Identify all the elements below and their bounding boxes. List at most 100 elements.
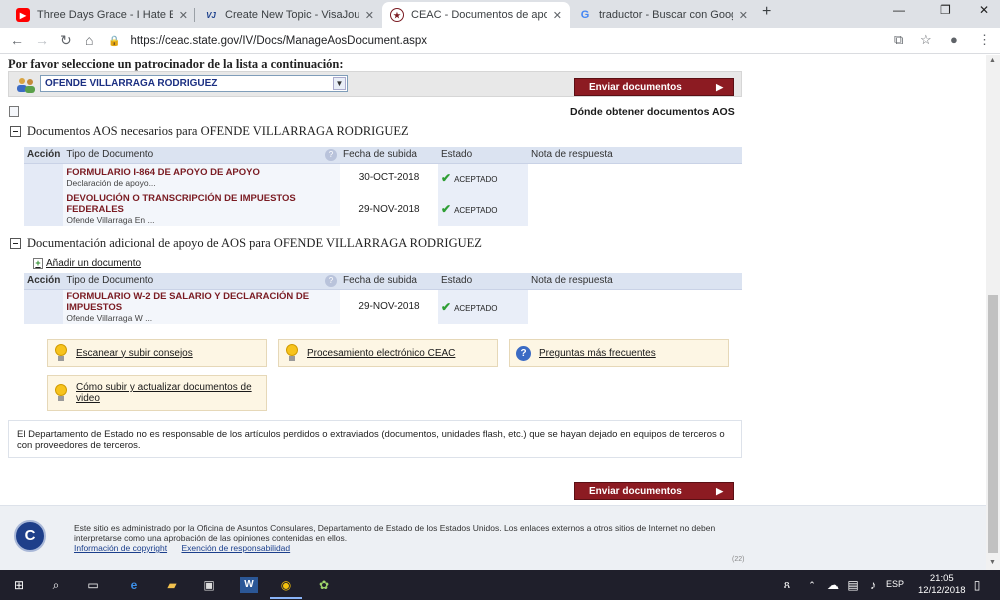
tab-youtube[interactable]: ▶ Three Days Grace - I Hate Everyt ✕ <box>8 2 196 28</box>
response-note <box>528 289 742 324</box>
tab-visajourney[interactable]: VJ Create New Topic - VisaJourney ✕ <box>196 2 382 28</box>
chevron-up-icon[interactable]: ⌃ <box>803 577 821 593</box>
restore-icon[interactable]: ❐ <box>940 3 951 17</box>
add-document-link[interactable]: + Añadir un documento <box>33 258 141 269</box>
translate-icon[interactable]: ⧉ <box>894 32 903 48</box>
visajourney-icon: VJ <box>206 10 216 20</box>
state-seal-icon: ★ <box>390 8 404 22</box>
table-header-row: Acción Tipo de Documento ? Fecha de subi… <box>24 273 742 290</box>
menu-dots-icon[interactable]: ⋮ <box>978 32 991 48</box>
tip-label: Procesamiento electrónico CEAC <box>307 347 456 359</box>
doc-type-subtitle: Ofende Villarraga En ... <box>66 215 155 225</box>
browser-tab-bar: ▶ Three Days Grace - I Hate Everyt ✕ VJ … <box>0 0 1000 28</box>
sponsor-select[interactable]: OFENDE VILLARRAGA RODRIGUEZ ▼ <box>40 75 348 92</box>
where-to-get-documents-link[interactable]: Dónde obtener documentos AOS <box>570 106 735 118</box>
language-indicator[interactable]: ESP <box>886 579 904 589</box>
liability-link[interactable]: Exención de responsabilidad <box>181 543 290 553</box>
tip-label: Escanear y subir consejos <box>76 347 193 359</box>
close-tab-icon[interactable]: ✕ <box>365 9 374 22</box>
back-arrow-icon[interactable]: ← <box>10 32 24 48</box>
task-view-icon[interactable]: ▭ <box>84 577 102 593</box>
collapse-toggle-icon[interactable] <box>10 126 21 137</box>
search-icon[interactable]: ⌕ <box>47 577 65 593</box>
send-documents-button-bottom[interactable]: Enviar documentos ▶ <box>574 482 734 500</box>
upload-date: 29-NOV-2018 <box>358 301 420 312</box>
new-tab-button[interactable]: + <box>762 3 771 21</box>
reload-icon[interactable]: ↻ <box>60 32 72 49</box>
clock[interactable]: 21:05 12/12/2018 <box>918 573 966 597</box>
chevron-down-icon[interactable]: ▼ <box>333 77 346 90</box>
status-cell: ✔ ACEPTADO <box>438 192 528 226</box>
store-icon[interactable]: ▣ <box>200 577 218 593</box>
col-doc-type: Tipo de Documento <box>63 147 322 164</box>
tab-ceac[interactable]: ★ CEAC - Documentos de apoyo ✕ <box>382 2 570 28</box>
action-cell <box>24 192 64 226</box>
cloud-icon[interactable]: ☁ <box>824 577 842 593</box>
col-doc-type: Tipo de Documento <box>63 273 322 290</box>
youtube-icon: ▶ <box>16 8 30 22</box>
tip-electronic-processing[interactable]: Procesamiento electrónico CEAC <box>278 339 498 367</box>
status-badge: ACEPTADO <box>454 206 498 215</box>
network-icon[interactable]: ▤ <box>844 577 862 593</box>
close-tab-icon[interactable]: ✕ <box>553 9 562 22</box>
scroll-up-icon[interactable]: ▲ <box>989 57 996 64</box>
word-icon[interactable]: W <box>240 577 258 593</box>
page-scrollbar[interactable]: ▲ ▼ <box>986 55 1000 570</box>
lightbulb-icon <box>54 344 68 362</box>
forward-arrow-icon[interactable]: → <box>35 32 49 48</box>
print-document-icon[interactable] <box>9 106 19 117</box>
edge-browser-icon[interactable]: e <box>125 577 143 593</box>
play-arrow-icon: ▶ <box>716 486 723 496</box>
close-tab-icon[interactable]: ✕ <box>179 9 188 22</box>
send-documents-button-top[interactable]: Enviar documentos ▶ <box>574 78 734 96</box>
profile-icon[interactable]: ● <box>950 32 958 47</box>
people-icon <box>17 78 35 93</box>
col-upload-date: Fecha de subida <box>340 147 438 164</box>
close-window-icon[interactable]: ✕ <box>979 3 989 17</box>
sponsor-prompt: Por favor seleccione un patrocinador de … <box>8 57 344 71</box>
col-action: Acción <box>24 273 64 290</box>
copyright-link[interactable]: Información de copyright <box>74 543 167 553</box>
minimize-icon[interactable]: — <box>893 3 905 17</box>
doc-type-name[interactable]: FORMULARIO W-2 DE SALARIO Y DECLARACIÓN … <box>66 291 337 313</box>
tab-title: Three Days Grace - I Hate Everyt <box>37 9 173 21</box>
chrome-icon[interactable]: ◉ <box>277 577 295 593</box>
address-bar[interactable]: 🔒 https://ceac.state.gov/IV/Docs/ManageA… <box>108 31 888 51</box>
tip-upload-video[interactable]: Cómo subir y actualizar documentos de vi… <box>47 375 267 411</box>
notifications-icon[interactable]: ▯ <box>968 577 986 593</box>
home-icon[interactable]: ⌂ <box>85 32 93 48</box>
file-explorer-icon[interactable]: ▰ <box>163 577 181 593</box>
table-row: FORMULARIO W-2 DE SALARIO Y DECLARACIÓN … <box>24 289 742 324</box>
volume-icon[interactable]: ♪ <box>864 577 882 593</box>
col-status: Estado <box>438 273 528 290</box>
doc-type-name[interactable]: FORMULARIO I-864 DE APOYO DE APOYO <box>66 167 337 178</box>
scrollbar-thumb[interactable] <box>988 295 998 553</box>
status-cell: ✔ ACEPTADO <box>438 163 528 192</box>
footer-links: Información de copyright Exención de res… <box>74 543 302 553</box>
col-comment: ? <box>322 147 340 164</box>
required-docs-table: Acción Tipo de Documento ? Fecha de subi… <box>24 147 742 226</box>
tip-faq[interactable]: ? Preguntas más frecuentes <box>509 339 729 367</box>
close-tab-icon[interactable]: ✕ <box>739 9 748 22</box>
tip-scan-upload[interactable]: Escanear y subir consejos <box>47 339 267 367</box>
status-badge: ACEPTADO <box>454 303 498 313</box>
version-label: (22) <box>732 556 745 563</box>
bookmark-star-icon[interactable]: ☆ <box>920 32 932 48</box>
doc-type-cell: DEVOLUCIÓN O TRANSCRIPCIÓN DE IMPUESTOS … <box>63 192 340 226</box>
browser-toolbar: ← → ↻ ⌂ 🔒 https://ceac.state.gov/IV/Docs… <box>0 28 1000 54</box>
app-icon[interactable]: ✿ <box>315 577 333 593</box>
windows-taskbar: ⊞ ⌕ ▭ e ▰ ▣ W ◉ ✿ ጸ ⌃ ☁ ▤ ♪ ESP 21:05 12… <box>0 570 1000 600</box>
tab-google[interactable]: G traductor - Buscar con Google ✕ <box>570 2 756 28</box>
tab-separator <box>194 8 195 22</box>
windows-start-icon[interactable]: ⊞ <box>10 577 28 593</box>
doc-type-name[interactable]: DEVOLUCIÓN O TRANSCRIPCIÓN DE IMPUESTOS … <box>66 193 337 215</box>
doc-type-cell: FORMULARIO I-864 DE APOYO DE APOYO Decla… <box>63 163 340 192</box>
tab-title: CEAC - Documentos de apoyo <box>411 9 547 21</box>
scroll-down-icon[interactable]: ▼ <box>989 559 996 566</box>
send-documents-label: Enviar documentos <box>589 486 682 497</box>
people-tray-icon[interactable]: ጸ <box>778 577 796 593</box>
lightbulb-icon <box>285 344 299 362</box>
lock-icon: 🔒 <box>108 35 121 47</box>
table-row: FORMULARIO I-864 DE APOYO DE APOYO Decla… <box>24 163 742 192</box>
collapse-toggle-icon[interactable] <box>10 238 21 249</box>
